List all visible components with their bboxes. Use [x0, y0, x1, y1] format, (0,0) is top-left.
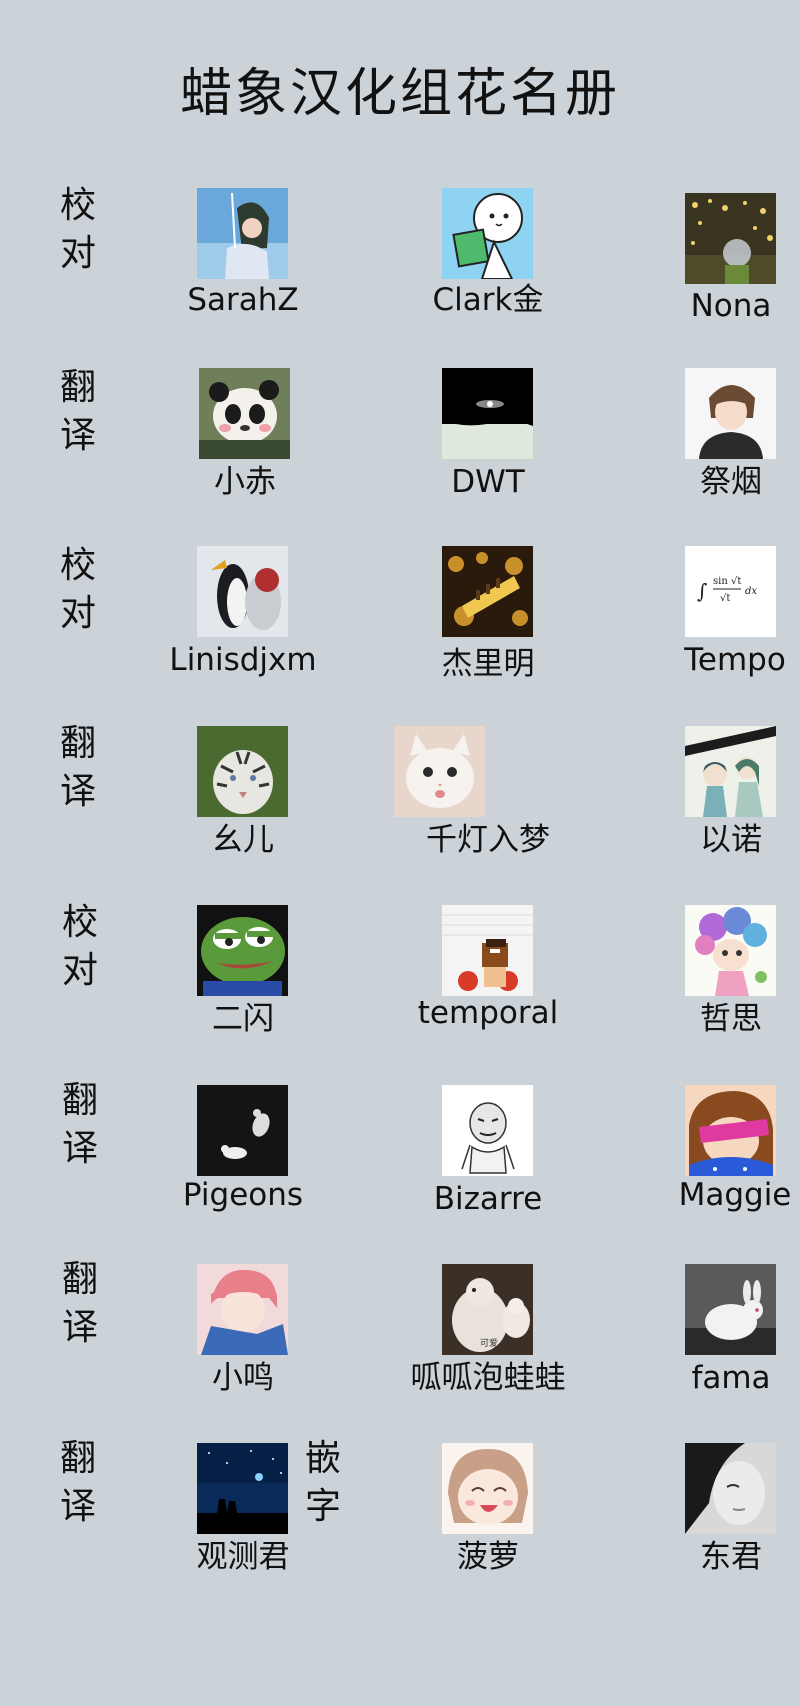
member-name: SarahZ — [187, 282, 299, 318]
role-label: 翻译 — [61, 1080, 98, 1169]
svg-text:dx: dx — [745, 586, 757, 597]
roster-row: 翻译 Pigeons Bizarre Maggie — [0, 1080, 800, 1255]
roster-row: 翻译 嵌字 观测君 菠萝 东君 — [0, 1438, 800, 1613]
member-name: Maggie — [678, 1177, 792, 1213]
gold-items-icon — [442, 546, 533, 637]
member-name: Pigeons — [182, 1177, 304, 1213]
member-name: Nona — [690, 288, 772, 324]
page-title: 蜡象汉化组花名册 — [179, 64, 620, 124]
role-label: 校对 — [59, 545, 96, 634]
member-name: 二闪 — [212, 1001, 274, 1037]
member-name: 小鸣 — [212, 1360, 274, 1396]
pink-hair-boy-icon — [197, 1264, 288, 1355]
member-name: 杰里明 — [441, 646, 535, 682]
roster-row: 翻译 幺儿 千灯入梦 以诺 — [0, 723, 800, 896]
anime-girl-sky-icon — [197, 188, 288, 279]
svg-text:sin √t: sin √t — [713, 576, 741, 587]
member-name: 菠萝 — [457, 1539, 519, 1575]
panda-icon — [199, 368, 290, 459]
member-name: 呱呱泡蛙蛙 — [410, 1360, 566, 1396]
cartoon-girl-visor-icon — [685, 1085, 776, 1176]
member-name: 小赤 — [214, 464, 276, 500]
roster-row: 校对 二闪 temporal 哲思 — [0, 902, 800, 1075]
dove-pair-icon: 可爱 — [442, 1264, 533, 1355]
svg-text:∫: ∫ — [697, 579, 707, 603]
member-name: 哲思 — [700, 1001, 762, 1037]
anime-boy-icon — [685, 368, 776, 459]
anime-couple-icon — [685, 726, 776, 817]
member-name: Linisdjxm — [169, 642, 317, 678]
avatar-caption: 可爱 — [480, 1338, 498, 1349]
role-label: 翻译 — [61, 1259, 98, 1348]
member-name: Clark金 — [432, 282, 544, 318]
roster-row: 校对 Linisdjxm 杰里明 ∫ sin √t √t dx Tempo — [0, 545, 800, 716]
roster-row: 翻译 小鸣 可爱 呱呱泡蛙蛙 fama — [0, 1259, 800, 1434]
white-cat-icon — [394, 726, 485, 817]
pixel-boxer-icon — [442, 905, 533, 996]
role-label: 翻译 — [59, 723, 96, 812]
role-label: 翻译 — [59, 367, 96, 456]
penguin-icon — [197, 546, 288, 637]
glass-ball-lights-icon — [685, 193, 776, 284]
svg-text:√t: √t — [720, 593, 730, 604]
meme-sketch-icon — [442, 1085, 533, 1176]
member-name: 观测君 — [196, 1539, 290, 1575]
role-label: 校对 — [61, 902, 98, 991]
white-pigeons-icon — [197, 1085, 288, 1176]
colorful-girl-drawing-icon — [685, 905, 776, 996]
member-name: 以诺 — [700, 822, 762, 858]
member-name: 千灯入梦 — [426, 822, 550, 858]
member-name: DWT — [451, 464, 525, 500]
role-label: 翻译 — [59, 1438, 96, 1527]
member-name: Bizarre — [433, 1181, 543, 1217]
night-sky-couple-icon — [197, 1443, 288, 1534]
member-name: temporal — [417, 995, 559, 1031]
woman-portrait-icon — [685, 1443, 776, 1534]
roster-row: 翻译 小赤 DWT 祭烟 — [0, 367, 800, 538]
galaxy-icon — [442, 368, 533, 459]
roster-row: 校对 SarahZ Clark金 Nona — [0, 185, 800, 358]
member-name: fama — [691, 1360, 771, 1396]
integral-formula-icon: ∫ sin √t √t dx — [685, 546, 776, 637]
cartoon-reading-book-icon — [442, 188, 533, 279]
member-name: 东君 — [700, 1539, 762, 1575]
member-name: 祭烟 — [700, 464, 762, 500]
role-label: 校对 — [59, 185, 96, 274]
white-rabbit-icon — [685, 1264, 776, 1355]
member-name: Tempo — [684, 642, 786, 678]
member-name: 幺儿 — [212, 822, 274, 858]
pepe-frog-icon — [197, 905, 288, 996]
white-tiger-icon — [197, 726, 288, 817]
laughing-anime-girl-icon — [442, 1443, 533, 1534]
role-label: 嵌字 — [304, 1438, 341, 1527]
